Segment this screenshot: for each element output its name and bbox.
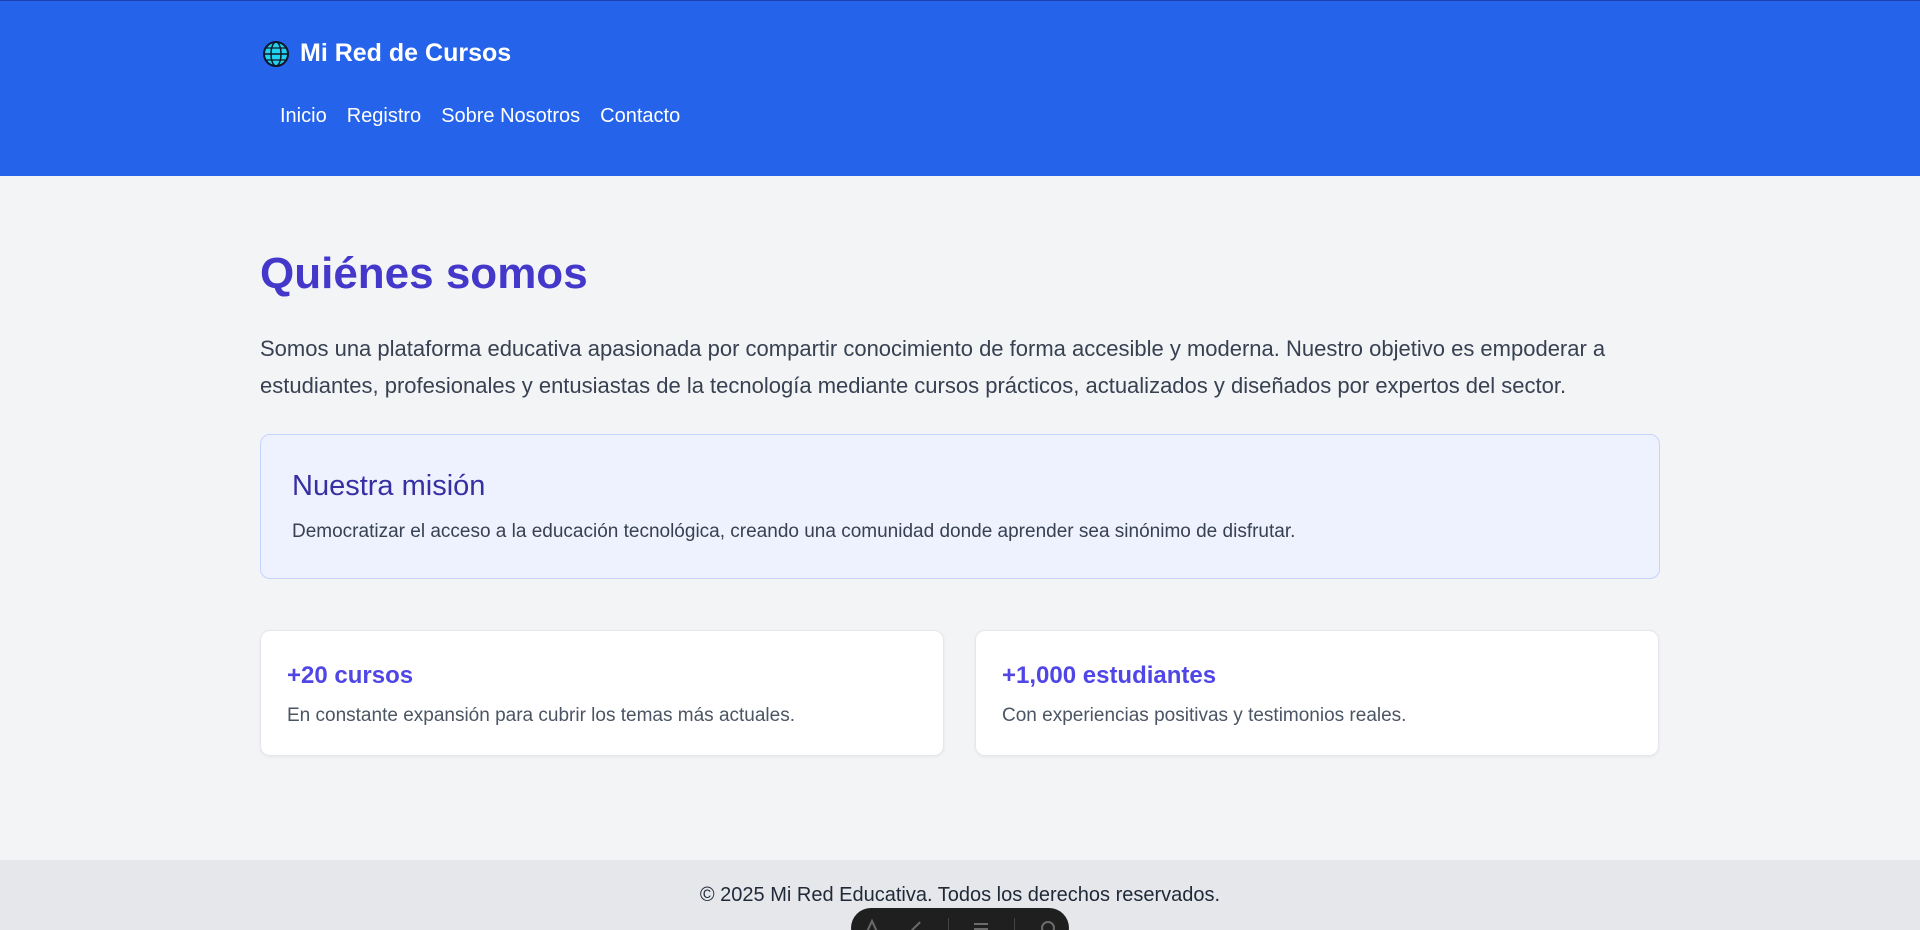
mission-card: Nuestra misión Democratizar el acceso a … <box>260 434 1660 579</box>
settings-icon[interactable] <box>1038 918 1058 930</box>
globe-icon <box>262 40 290 68</box>
brand-link[interactable]: Mi Red de Cursos <box>262 39 511 68</box>
toolbar-divider <box>1013 918 1015 930</box>
nav-link-contacto[interactable]: Contacto <box>600 105 680 128</box>
main-content: Quiénes somos Somos una plataforma educa… <box>260 176 1660 756</box>
pen-icon[interactable] <box>862 918 882 930</box>
stat-card-students: +1,000 estudiantes Con experiencias posi… <box>975 630 1659 756</box>
toolbar-divider <box>947 918 949 930</box>
page-title: Quiénes somos <box>260 249 588 298</box>
nav-link-sobre-nosotros[interactable]: Sobre Nosotros <box>441 105 580 128</box>
brush-icon[interactable] <box>905 918 925 930</box>
main-nav: Inicio Registro Sobre Nosotros Contacto <box>280 105 680 128</box>
stat-description: En constante expansión para cubrir los t… <box>287 705 795 726</box>
intro-paragraph: Somos una plataforma educativa apasionad… <box>260 336 1606 398</box>
site-header: Mi Red de Cursos Inicio Registro Sobre N… <box>0 0 1920 176</box>
mission-text: Democratizar el acceso a la educación te… <box>292 521 1296 542</box>
nav-link-registro[interactable]: Registro <box>347 105 421 128</box>
stat-description: Con experiencias positivas y testimonios… <box>1002 705 1407 726</box>
floating-toolbar <box>851 908 1069 930</box>
stat-card-courses: +20 cursos En constante expansión para c… <box>260 630 944 756</box>
footer-copyright: © 2025 Mi Red Educativa. Todos los derec… <box>699 884 1221 906</box>
brand-name: Mi Red de Cursos <box>300 39 512 67</box>
stat-value: +1,000 estudiantes <box>1002 662 1217 689</box>
menu-icon[interactable] <box>971 918 991 930</box>
stat-value: +20 cursos <box>287 662 414 689</box>
mission-heading: Nuestra misión <box>292 470 486 502</box>
nav-link-inicio[interactable]: Inicio <box>280 105 327 128</box>
stats-row: +20 cursos En constante expansión para c… <box>260 630 1660 756</box>
